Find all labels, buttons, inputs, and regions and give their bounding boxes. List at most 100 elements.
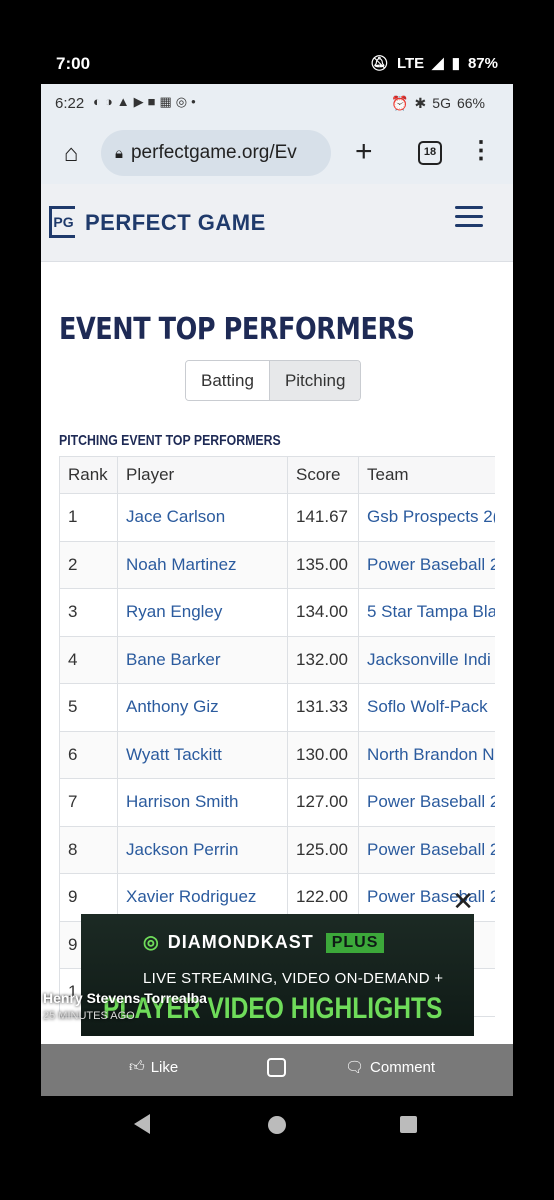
- address-bar[interactable]: 🔒︎ perfectgame.org/Ev: [101, 130, 331, 176]
- team-link[interactable]: Jacksonville Indi: [358, 635, 495, 684]
- shared-screenshot: 6:22 ◐ ◑ ▲ ▶ ■ ▦ ◎ • ⏰ ✱ 5G 66% ⌂ 🔒︎ per…: [41, 84, 513, 1096]
- player-link[interactable]: Ryan Engley: [117, 588, 288, 637]
- video-icon: ■: [147, 94, 156, 109]
- score-cell: 141.67: [287, 493, 359, 542]
- header-score[interactable]: Score: [287, 456, 359, 494]
- ad-brand: DIAMONDKAST: [167, 932, 314, 952]
- player-link[interactable]: Bane Barker: [117, 635, 288, 684]
- phone-status-icons: 🔕︎ LTE ◢ ▮ 87%: [369, 54, 498, 73]
- table-row: 6 Wyatt Tackitt 130.00 North Brandon N: [59, 730, 495, 779]
- score-cell: 130.00: [287, 730, 359, 779]
- signal-icon: ◢: [432, 55, 444, 72]
- url-text: perfectgame.org/Ev: [130, 142, 297, 163]
- news-icon: ▦: [159, 94, 172, 109]
- tab-pitching[interactable]: Pitching: [268, 361, 361, 400]
- team-link[interactable]: Power Baseball 2: [358, 778, 495, 827]
- warning-icon: ▲: [116, 94, 130, 109]
- team-link[interactable]: Gsb Prospects 2(: [358, 493, 495, 542]
- table-row: 8 Jackson Perrin 125.00 Power Baseball 2: [59, 825, 495, 874]
- hamburger-menu-icon[interactable]: [455, 206, 483, 230]
- inner-status-right: ⏰ ✱ 5G 66%: [391, 95, 485, 112]
- network-label: LTE: [396, 54, 425, 72]
- home-circle-icon[interactable]: [268, 1116, 286, 1134]
- section-heading: PITCHING EVENT TOP PERFORMERS: [59, 432, 281, 449]
- rank-cell: 5: [59, 683, 118, 732]
- rank-cell: 4: [59, 635, 118, 684]
- home-button[interactable]: ⌂: [55, 138, 87, 170]
- whatsapp-icon: ◐: [93, 94, 101, 109]
- table-row: 4 Bane Barker 132.00 Jacksonville Indi: [59, 635, 495, 684]
- youtube-icon: ▶: [133, 94, 144, 109]
- table-row: 7 Harrison Smith 127.00 Power Baseball 2: [59, 778, 495, 827]
- header-team[interactable]: Team: [358, 456, 495, 494]
- ad-tagline: LIVE STREAMING, VIDEO ON-DEMAND +: [143, 970, 444, 987]
- rank-cell: 2: [59, 540, 118, 589]
- site-logo-text[interactable]: PERFECT GAME: [85, 210, 266, 236]
- rank-cell: 1: [59, 493, 118, 542]
- comment-button[interactable]: 🗨︎ Comment: [345, 1058, 436, 1077]
- android-nav-bar: [0, 1096, 554, 1200]
- diamondkast-ad-banner[interactable]: ✕ ◎ DIAMONDKAST PLUS LIVE STREAMING, VID…: [81, 888, 474, 1036]
- like-label: Like: [150, 1058, 179, 1076]
- recents-icon[interactable]: [400, 1116, 417, 1133]
- notification-icons: ◐ ◑ ▲ ▶ ■ ▦ ◎ •: [93, 94, 196, 110]
- score-cell: 132.00: [287, 635, 359, 684]
- rank-cell: 8: [59, 825, 118, 874]
- post-author[interactable]: Henry Stevens Torrealba: [43, 990, 207, 1006]
- table-header-row: Rank Player Score Team: [59, 456, 495, 494]
- header-player[interactable]: Player: [117, 456, 288, 494]
- post-time: 25 MINUTES AGO: [43, 1010, 135, 1022]
- player-link[interactable]: Jackson Perrin: [117, 825, 288, 874]
- battery-level: 87%: [467, 54, 498, 72]
- comment-label: Comment: [370, 1058, 436, 1076]
- player-link[interactable]: Jace Carlson: [117, 493, 288, 542]
- comment-bubble-icon: 🗨︎: [345, 1059, 365, 1076]
- inner-battery: 66%: [456, 95, 485, 111]
- player-link[interactable]: Harrison Smith: [117, 778, 288, 827]
- score-cell: 127.00: [287, 778, 359, 827]
- score-cell: 131.33: [287, 683, 359, 732]
- target-icon: ◎: [175, 94, 188, 109]
- rank-cell: 7: [59, 778, 118, 827]
- inner-clock: 6:22: [55, 95, 85, 112]
- back-icon[interactable]: [134, 1114, 150, 1134]
- pg-logo-icon[interactable]: PG: [49, 206, 75, 238]
- score-cell: 135.00: [287, 540, 359, 589]
- table-row: 2 Noah Martinez 135.00 Power Baseball 2: [59, 540, 495, 589]
- lock-icon: 🔒︎: [115, 144, 123, 162]
- team-link[interactable]: Soflo Wolf-Pack: [358, 683, 495, 732]
- player-link[interactable]: Anthony Giz: [117, 683, 288, 732]
- header-rank[interactable]: Rank: [59, 456, 118, 494]
- thumbs-up-icon: 👍︎: [129, 1058, 145, 1075]
- team-link[interactable]: Power Baseball 2: [358, 825, 495, 874]
- phone-status-bar: 7:00 🔕︎ LTE ◢ ▮ 87%: [0, 0, 554, 84]
- browser-menu-button[interactable]: ⋮: [469, 136, 493, 166]
- messenger-icon: ◑: [104, 94, 113, 109]
- mute-icon: 🔕︎: [369, 55, 389, 72]
- rank-cell: 6: [59, 730, 118, 779]
- site-header: PG PERFECT GAME: [41, 184, 513, 262]
- browser-toolbar: ⌂ 🔒︎ perfectgame.org/Ev + 18 ⋮: [41, 124, 513, 184]
- team-link[interactable]: 5 Star Tampa Bla: [358, 588, 495, 637]
- post-action-bar: 👍︎ Like 🗨︎ Comment: [41, 1044, 513, 1096]
- new-tab-button[interactable]: +: [355, 134, 373, 170]
- ad-brand-tag: PLUS: [325, 932, 385, 953]
- player-link[interactable]: Wyatt Tackitt: [117, 730, 288, 779]
- page-title: EVENT TOP PERFORMERS: [59, 312, 415, 347]
- phone-clock: 7:00: [56, 54, 91, 73]
- alarm-icon: ⏰: [391, 95, 409, 111]
- inner-status-bar: 6:22 ◐ ◑ ▲ ▶ ■ ▦ ◎ • ⏰ ✱ 5G 66%: [41, 84, 513, 124]
- like-button[interactable]: 👍︎ Like: [129, 1058, 178, 1076]
- tab-batting[interactable]: Batting: [186, 361, 269, 400]
- score-cell: 125.00: [287, 825, 359, 874]
- dot-icon: •: [191, 94, 196, 109]
- share-square-icon[interactable]: [267, 1058, 286, 1077]
- close-icon[interactable]: ✕: [452, 888, 474, 914]
- team-link[interactable]: North Brandon N: [358, 730, 495, 779]
- broadcast-icon: ◎: [143, 932, 160, 952]
- tab-switcher-button[interactable]: 18: [418, 141, 442, 165]
- player-link[interactable]: Noah Martinez: [117, 540, 288, 589]
- team-link[interactable]: Power Baseball 2: [358, 540, 495, 589]
- battery-icon: ▮: [451, 55, 460, 72]
- table-row: 1 Jace Carlson 141.67 Gsb Prospects 2(: [59, 493, 495, 542]
